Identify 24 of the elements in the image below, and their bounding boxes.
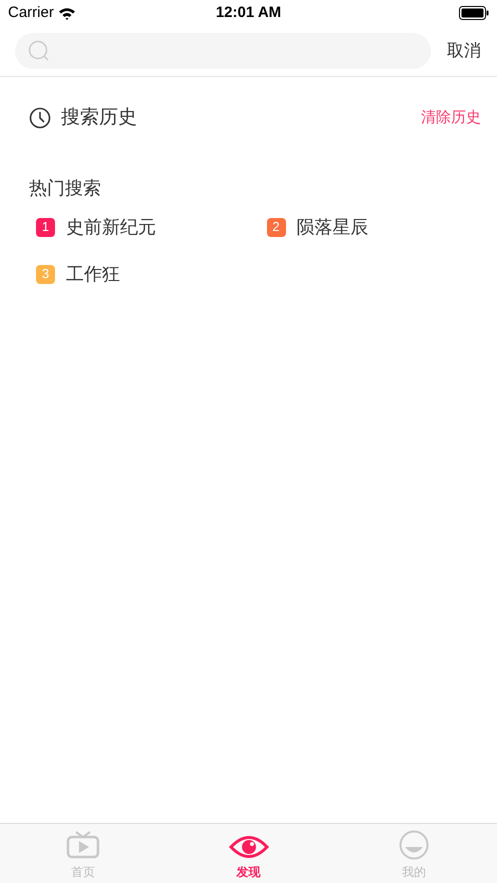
wifi-icon (58, 6, 76, 20)
battery-icon (459, 6, 489, 20)
tab[interactable]: 发现 (166, 824, 332, 883)
tab-label: 我的 (402, 864, 426, 881)
tab-label: 首页 (70, 864, 95, 881)
hot-search-item[interactable]: 陨落星辰 (296, 214, 368, 240)
tab-label: 发现 (236, 864, 260, 881)
clear-history-link[interactable]: 清除历史 (421, 107, 481, 130)
clock-icon (29, 107, 51, 130)
clock: 12:01 AM (216, 2, 282, 23)
hot-search-item[interactable]: 工作狂 (66, 260, 120, 288)
history-title: 搜索历史 (61, 106, 137, 130)
rank-badge: 2 (266, 218, 286, 236)
tv-icon (66, 830, 100, 860)
carrier: Carrier (8, 2, 54, 23)
search-icon (28, 40, 50, 62)
search-field[interactable] (15, 33, 431, 69)
hot-search-item[interactable]: 史前新纪元 (66, 214, 156, 240)
eye-icon (228, 834, 268, 860)
face-icon (399, 830, 430, 860)
hot-search-title: 热门搜索 (29, 176, 101, 200)
cancel-button[interactable]: 取消 (447, 38, 481, 64)
rank-badge: 3 (36, 264, 55, 284)
rank-badge: 1 (36, 218, 55, 236)
